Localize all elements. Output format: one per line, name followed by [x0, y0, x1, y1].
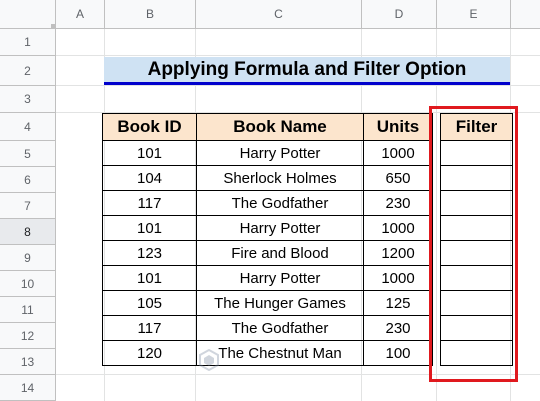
- cell-book-name[interactable]: Harry Potter: [196, 140, 364, 166]
- row-header-2[interactable]: 2: [0, 56, 56, 86]
- cell-book-id[interactable]: 104: [102, 165, 197, 191]
- gap-cell[interactable]: [433, 241, 441, 266]
- column-header-c[interactable]: C: [196, 0, 362, 29]
- column-header-a[interactable]: A: [56, 0, 105, 29]
- cell-filter[interactable]: [440, 290, 513, 316]
- row-header-5[interactable]: 5: [0, 141, 56, 167]
- table-row: 101 Harry Potter 1000: [102, 140, 513, 166]
- table-row: 104 Sherlock Holmes 650: [102, 165, 513, 191]
- cell-book-name[interactable]: Harry Potter: [196, 265, 364, 291]
- cell-filter[interactable]: [440, 240, 513, 266]
- table-row: 117 The Godfather 230: [102, 190, 513, 216]
- cell-book-name[interactable]: The Godfather: [196, 315, 364, 341]
- row-header-7[interactable]: 7: [0, 193, 56, 219]
- table-row: 105 The Hunger Games 125: [102, 290, 513, 316]
- row-header-11[interactable]: 11: [0, 297, 56, 323]
- gap-cell[interactable]: [433, 166, 441, 191]
- cell-filter[interactable]: [440, 315, 513, 341]
- header-book-id[interactable]: Book ID: [102, 113, 197, 141]
- column-header-b[interactable]: B: [105, 0, 196, 29]
- row-header-1[interactable]: 1: [0, 29, 56, 56]
- cell-book-id[interactable]: 101: [102, 265, 197, 291]
- cell-book-id[interactable]: 101: [102, 140, 197, 166]
- row-header-9[interactable]: 9: [0, 245, 56, 271]
- cell-filter[interactable]: [440, 265, 513, 291]
- row-header-12[interactable]: 12: [0, 323, 56, 349]
- book-table: Book ID Book Name Units Filter 101 Harry …: [102, 113, 513, 366]
- cell-units[interactable]: 230: [363, 190, 433, 216]
- header-book-name[interactable]: Book Name: [196, 113, 364, 141]
- row-header-13[interactable]: 13: [0, 349, 56, 375]
- cell-units[interactable]: 1000: [363, 215, 433, 241]
- cell-book-name[interactable]: Fire and Blood: [196, 240, 364, 266]
- header-filter[interactable]: Filter: [440, 113, 513, 141]
- gap-cell[interactable]: [433, 191, 441, 216]
- cell-filter[interactable]: [440, 165, 513, 191]
- cell-book-name[interactable]: Harry Potter: [196, 215, 364, 241]
- cell-units[interactable]: 650: [363, 165, 433, 191]
- cell-filter[interactable]: [440, 215, 513, 241]
- cell-book-id[interactable]: 123: [102, 240, 197, 266]
- exceldemy-logo-icon: [199, 349, 219, 371]
- gap-cell[interactable]: [433, 341, 441, 366]
- table-row: 123 Fire and Blood 1200: [102, 240, 513, 266]
- row-header-8[interactable]: 8: [0, 219, 56, 245]
- gap-cell[interactable]: [433, 216, 441, 241]
- row-header-10[interactable]: 10: [0, 271, 56, 297]
- cell-book-id[interactable]: 105: [102, 290, 197, 316]
- table-row: 117 The Godfather 230: [102, 315, 513, 341]
- cell-book-id[interactable]: 120: [102, 340, 197, 366]
- table-row: 101 Harry Potter 1000: [102, 265, 513, 291]
- cell-book-name[interactable]: The Hunger Games: [196, 290, 364, 316]
- cell-units[interactable]: 125: [363, 290, 433, 316]
- table-row: 101 Harry Potter 1000: [102, 215, 513, 241]
- gridline: [56, 55, 540, 56]
- gap-cell[interactable]: [433, 291, 441, 316]
- column-header-e[interactable]: E: [437, 0, 511, 29]
- cell-units[interactable]: 230: [363, 315, 433, 341]
- column-header-f[interactable]: [511, 0, 540, 29]
- cell-filter[interactable]: [440, 190, 513, 216]
- cell-book-id[interactable]: 101: [102, 215, 197, 241]
- cell-units[interactable]: 1000: [363, 140, 433, 166]
- gap-cell[interactable]: [433, 266, 441, 291]
- header-units[interactable]: Units: [363, 113, 433, 141]
- watermark: [198, 345, 348, 375]
- cell-units[interactable]: 100: [363, 340, 433, 366]
- cell-book-id[interactable]: 117: [102, 315, 197, 341]
- select-all-corner[interactable]: [0, 0, 56, 29]
- gap-cell[interactable]: [433, 114, 441, 141]
- row-header-3[interactable]: 3: [0, 86, 56, 113]
- cell-book-name[interactable]: Sherlock Holmes: [196, 165, 364, 191]
- table-header-row: Book ID Book Name Units Filter: [102, 113, 513, 141]
- gridline: [56, 85, 540, 86]
- cell-units[interactable]: 1000: [363, 265, 433, 291]
- cell-units[interactable]: 1200: [363, 240, 433, 266]
- row-header-4[interactable]: 4: [0, 113, 56, 141]
- row-header-6[interactable]: 6: [0, 167, 56, 193]
- gap-cell[interactable]: [433, 141, 441, 166]
- cell-filter[interactable]: [440, 140, 513, 166]
- row-header-14[interactable]: 14: [0, 375, 56, 401]
- gap-cell[interactable]: [433, 316, 441, 341]
- sheet-title[interactable]: Applying Formula and Filter Option: [104, 57, 510, 85]
- cell-filter[interactable]: [440, 340, 513, 366]
- column-header-d[interactable]: D: [362, 0, 437, 29]
- cell-book-id[interactable]: 117: [102, 190, 197, 216]
- cell-book-name[interactable]: The Godfather: [196, 190, 364, 216]
